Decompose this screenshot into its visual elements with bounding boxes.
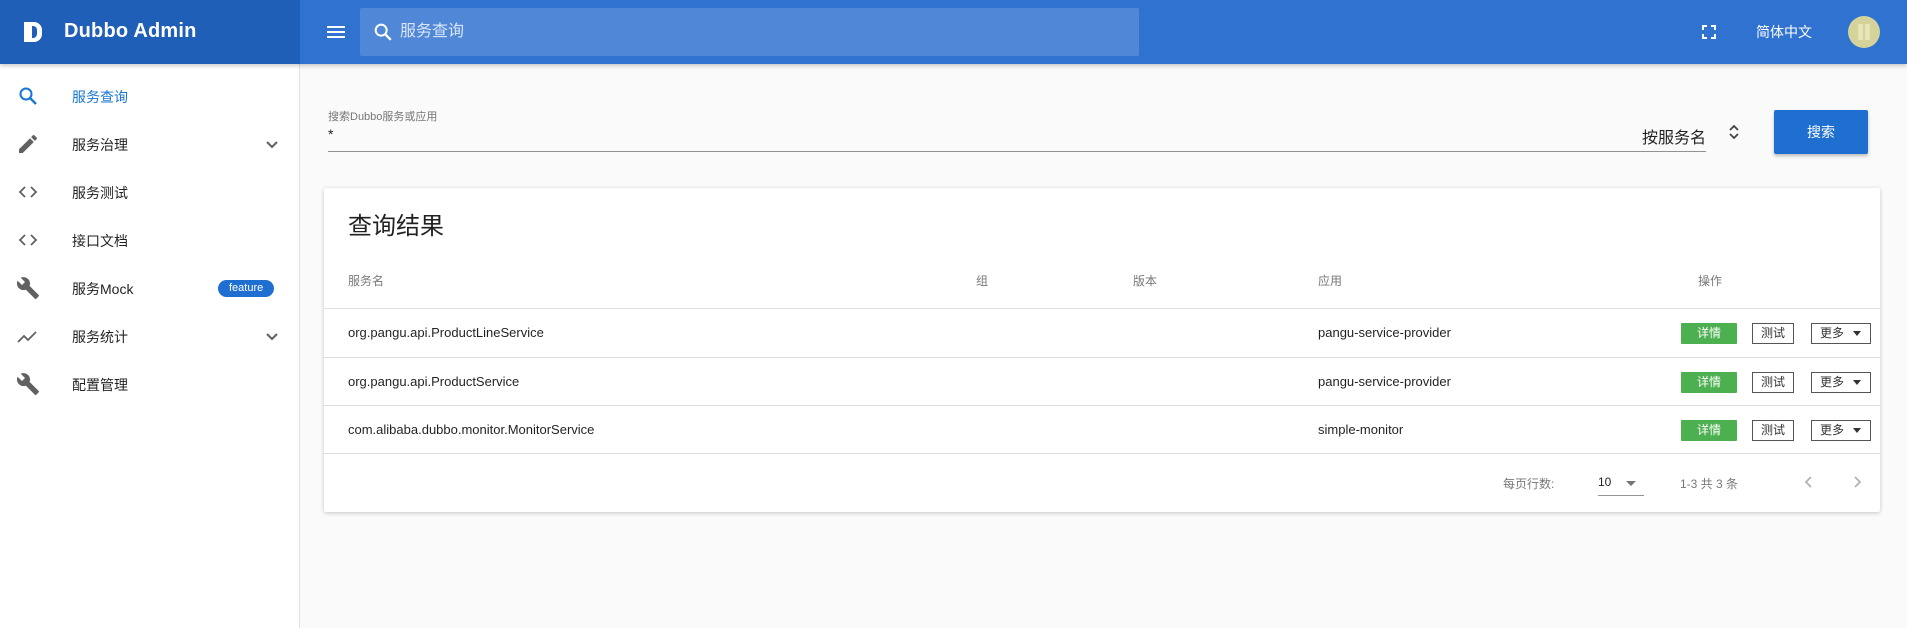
more-label: 更多 (1820, 423, 1845, 437)
sidebar-item-label: 服务Mock (72, 281, 134, 297)
application-cell: pangu-service-provider (1318, 325, 1451, 340)
language-switch[interactable]: 简体中文 (1740, 0, 1828, 64)
pagination-range: 1-3 共 3 条 (1680, 477, 1739, 491)
sidebar-item-label: 服务统计 (72, 329, 128, 345)
code-icon (18, 186, 38, 198)
dubbo-logo-icon (24, 22, 42, 42)
service-name-cell: org.pangu.api.ProductLineService (348, 325, 544, 340)
results-card: 查询结果 服务名 组 版本 应用 操作 org.pangu.api.Produc… (324, 188, 1880, 512)
test-button[interactable]: 测试 (1752, 372, 1794, 393)
table-row: com.alibaba.dubbo.monitor.MonitorService… (324, 406, 1880, 454)
caret-down-icon (1626, 481, 1636, 486)
wrench-icon (16, 277, 39, 299)
fullscreen-icon[interactable] (1697, 20, 1721, 44)
caret-down-icon (1853, 428, 1861, 433)
service-name-cell: com.alibaba.dubbo.monitor.MonitorService (348, 422, 595, 437)
more-label: 更多 (1820, 375, 1845, 389)
chevron-right-icon[interactable] (1845, 470, 1869, 494)
chevron-down-icon (266, 141, 278, 149)
more-label: 更多 (1820, 326, 1845, 340)
column-header-operation: 操作 (1698, 274, 1723, 288)
chevron-down-icon (266, 333, 278, 341)
caret-down-icon (1853, 380, 1861, 385)
rows-per-page-label: 每页行数: (1503, 477, 1555, 491)
caret-down-icon (1853, 331, 1861, 336)
unfold-more-icon[interactable] (1726, 120, 1742, 144)
sidebar-item-label: 服务测试 (72, 185, 128, 201)
search-button[interactable]: 搜索 (1774, 110, 1868, 154)
detail-button[interactable]: 详情 (1681, 372, 1737, 393)
hamburger-menu-icon[interactable] (324, 20, 348, 44)
user-avatar[interactable] (1848, 16, 1880, 48)
more-dropdown-button[interactable]: 更多 (1811, 420, 1871, 441)
sidebar-item-label: 服务治理 (72, 137, 128, 153)
search-icon (374, 23, 392, 41)
chevron-left-icon[interactable] (1797, 470, 1821, 494)
detail-button[interactable]: 详情 (1681, 420, 1737, 441)
test-button[interactable]: 测试 (1752, 323, 1794, 344)
application-cell: pangu-service-provider (1318, 374, 1451, 389)
global-search-input[interactable] (400, 8, 1120, 56)
sidebar-item-service-test[interactable]: 服务测试 (0, 168, 299, 216)
more-dropdown-button[interactable]: 更多 (1811, 372, 1871, 393)
app-bar: Dubbo Admin 简体中文 (0, 0, 1907, 64)
detail-button[interactable]: 详情 (1681, 323, 1737, 344)
wrench-icon (16, 373, 39, 395)
results-title: 查询结果 (348, 213, 444, 240)
service-name-cell: org.pangu.api.ProductService (348, 374, 520, 389)
sidebar-item-config-management[interactable]: 配置管理 (0, 360, 299, 408)
column-header-application[interactable]: 应用 (1318, 272, 1342, 289)
more-dropdown-button[interactable]: 更多 (1811, 323, 1871, 344)
brand-area: Dubbo Admin (0, 0, 300, 64)
search-field-label: 搜索Dubbo服务或应用 (328, 111, 438, 123)
service-search-input[interactable] (328, 124, 1706, 152)
application-cell: simple-monitor (1318, 422, 1404, 437)
trending-up-icon (17, 331, 37, 343)
code-icon (18, 234, 38, 246)
test-button[interactable]: 测试 (1752, 420, 1794, 441)
sidebar-item-service-statistics[interactable]: 服务统计 (0, 312, 299, 360)
sidebar: 服务查询 服务治理 服务测试 接口文档 服务Mock feature 服务统计 (0, 64, 300, 628)
sidebar-item-label: 接口文档 (72, 233, 128, 249)
table-row: org.pangu.api.ProductLineService pangu-s… (324, 309, 1880, 357)
feature-badge: feature (218, 280, 275, 297)
column-header-group[interactable]: 组 (976, 272, 988, 289)
column-header-service[interactable]: 服务名 (348, 272, 384, 289)
table-row: org.pangu.api.ProductService pangu-servi… (324, 358, 1880, 406)
search-icon (19, 87, 37, 105)
pencil-icon (19, 134, 37, 153)
sidebar-item-api-docs[interactable]: 接口文档 (0, 216, 299, 264)
row-divider (324, 453, 1880, 454)
search-type-select[interactable]: 按服务名 (1620, 124, 1706, 152)
rows-per-page-value: 10 (1598, 475, 1612, 489)
sidebar-item-service-mock[interactable]: 服务Mock feature (0, 264, 299, 312)
sidebar-item-service-search[interactable]: 服务查询 (0, 72, 299, 120)
sidebar-item-label: 配置管理 (72, 377, 128, 393)
sidebar-item-service-governance[interactable]: 服务治理 (0, 120, 299, 168)
sidebar-item-label: 服务查询 (72, 89, 128, 105)
app-title: Dubbo Admin (64, 20, 197, 42)
column-header-version[interactable]: 版本 (1133, 272, 1157, 289)
global-search-bar (360, 8, 1139, 56)
